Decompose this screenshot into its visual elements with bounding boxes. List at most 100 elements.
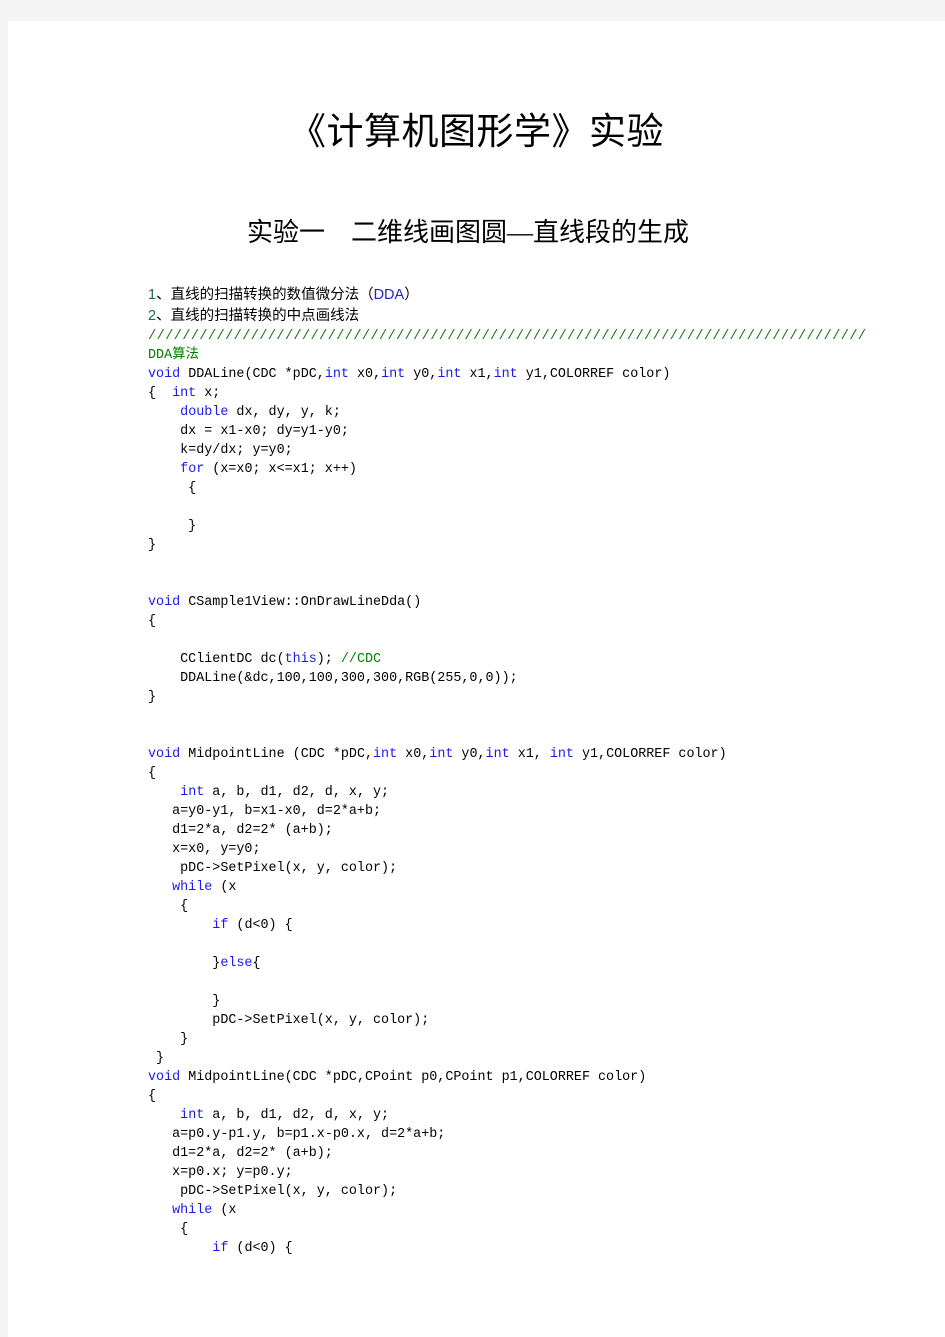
code-line: if (d<0) { <box>148 1239 928 1258</box>
code-line: } <box>148 1049 928 1068</box>
objective-text-tail: ） <box>404 287 419 303</box>
code-line: void MidpointLine(CDC *pDC,CPoint p0,CPo… <box>148 1068 928 1087</box>
code-text: } <box>148 1051 165 1066</box>
document-body: 1、直线的扫描转换的数值微分法（DDA） 2、直线的扫描转换的中点画线法 ////… <box>148 285 928 1258</box>
code-text: MidpointLine (CDC *pDC, <box>180 747 374 762</box>
code-line: } <box>148 517 928 536</box>
code-text: y1,COLORREF color) <box>573 747 727 762</box>
code-text: CSample1View::OnDrawLineDda() <box>180 595 422 610</box>
code-text: (x <box>212 1203 237 1218</box>
objective-list: 1、直线的扫描转换的数值微分法（DDA） 2、直线的扫描转换的中点画线法 <box>148 285 928 327</box>
code-text: DDALine(&dc,100,100,300,300,RGB(255,0,0)… <box>148 671 518 686</box>
code-keyword: int <box>429 747 454 762</box>
code-line: void DDALine(CDC *pDC,int x0,int y0,int … <box>148 365 928 384</box>
code-keyword: int <box>493 367 518 382</box>
code-text: a, b, d1, d2, d, x, y; <box>204 1108 390 1123</box>
code-line: } <box>148 992 928 1011</box>
code-text: d1=2*a, d2=2* (a+b); <box>148 823 333 838</box>
code-text: { <box>252 956 261 971</box>
code-line: x=p0.x; y=p0.y; <box>148 1163 928 1182</box>
code-text: a, b, d1, d2, d, x, y; <box>204 785 390 800</box>
code-keyword: while <box>172 880 213 895</box>
code-text: pDC->SetPixel(x, y, color); <box>148 1013 430 1028</box>
code-text: } <box>148 1032 189 1047</box>
code-line: { <box>148 612 928 631</box>
code-text: } <box>148 690 157 705</box>
code-text: } <box>148 538 157 553</box>
code-line: } <box>148 536 928 555</box>
code-keyword: if <box>212 1241 229 1256</box>
code-text: } <box>148 956 221 971</box>
code-text: (x=x0; x<=x1; x++) <box>204 462 357 477</box>
code-text: { <box>148 899 189 914</box>
page-title: 《计算机图形学》实验 <box>289 112 664 153</box>
code-text: { <box>148 1089 157 1104</box>
code-text: { <box>148 481 197 496</box>
code-keyword: double <box>180 405 229 420</box>
code-text: { <box>148 386 173 401</box>
separator-comment-line: ////////////////////////////////////////… <box>148 328 867 344</box>
code-text: dx = x1-x0; dy=y1-y0; <box>148 424 349 439</box>
code-line: int a, b, d1, d2, d, x, y; <box>148 1106 928 1125</box>
code-line: d1=2*a, d2=2* (a+b); <box>148 1144 928 1163</box>
code-keyword: void <box>148 367 181 382</box>
code-block: void DDALine(CDC *pDC,int x0,int y0,int … <box>148 365 928 1258</box>
code-line: { <box>148 1220 928 1239</box>
objective-item: 2、直线的扫描转换的中点画线法 <box>148 306 928 327</box>
code-keyword: int <box>324 367 349 382</box>
code-line: } <box>148 1030 928 1049</box>
code-line: pDC->SetPixel(x, y, color); <box>148 1182 928 1201</box>
code-line: pDC->SetPixel(x, y, color); <box>148 1011 928 1030</box>
code-comment: //CDC <box>340 652 382 667</box>
code-text: (d<0) { <box>228 918 293 933</box>
code-text: (d<0) { <box>228 1241 293 1256</box>
objective-separator: 、 <box>156 287 171 303</box>
code-text: y0, <box>453 747 486 762</box>
code-keyword: void <box>148 1070 181 1085</box>
code-text: DDALine(CDC *pDC, <box>180 367 325 382</box>
code-line: DDALine(&dc,100,100,300,300,RGB(255,0,0)… <box>148 669 928 688</box>
code-keyword: else <box>220 956 253 971</box>
code-keyword: while <box>172 1203 213 1218</box>
code-text: CClientDC dc( <box>148 652 285 667</box>
code-line: void MidpointLine (CDC *pDC,int x0,int y… <box>148 745 928 764</box>
code-text: a=p0.y-p1.y, b=p1.x-p0.x, d=2*a+b; <box>148 1127 446 1142</box>
code-line: x=x0, y=y0; <box>148 840 928 859</box>
code-text: } <box>148 519 197 534</box>
objective-text: 直线的扫描转换的中点画线法 <box>170 308 360 324</box>
code-line: k=dy/dx; y=y0; <box>148 441 928 460</box>
code-line: } <box>148 688 928 707</box>
code-keyword: if <box>212 918 229 933</box>
code-text: ); <box>316 652 341 667</box>
code-keyword: int <box>381 367 406 382</box>
code-line: if (d<0) { <box>148 916 928 935</box>
code-line: { <box>148 764 928 783</box>
code-text: } <box>148 994 221 1009</box>
code-text: x1, <box>509 747 550 762</box>
section-label-code: DDA <box>148 348 173 363</box>
code-keyword: void <box>148 747 181 762</box>
objective-number: 2 <box>148 308 157 324</box>
code-line: { <box>148 897 928 916</box>
section-label-dda: DDA算法 <box>148 346 928 365</box>
code-text: x=x0, y=y0; <box>148 842 261 857</box>
section-label-cn: 算法 <box>172 348 199 363</box>
code-text: pDC->SetPixel(x, y, color); <box>148 861 398 876</box>
objective-item: 1、直线的扫描转换的数值微分法（DDA） <box>148 285 928 306</box>
code-line: d1=2*a, d2=2* (a+b); <box>148 821 928 840</box>
code-text: dx, dy, y, k; <box>228 405 341 420</box>
code-line: int a, b, d1, d2, d, x, y; <box>148 783 928 802</box>
code-keyword: int <box>485 747 510 762</box>
code-text: y0, <box>405 367 438 382</box>
